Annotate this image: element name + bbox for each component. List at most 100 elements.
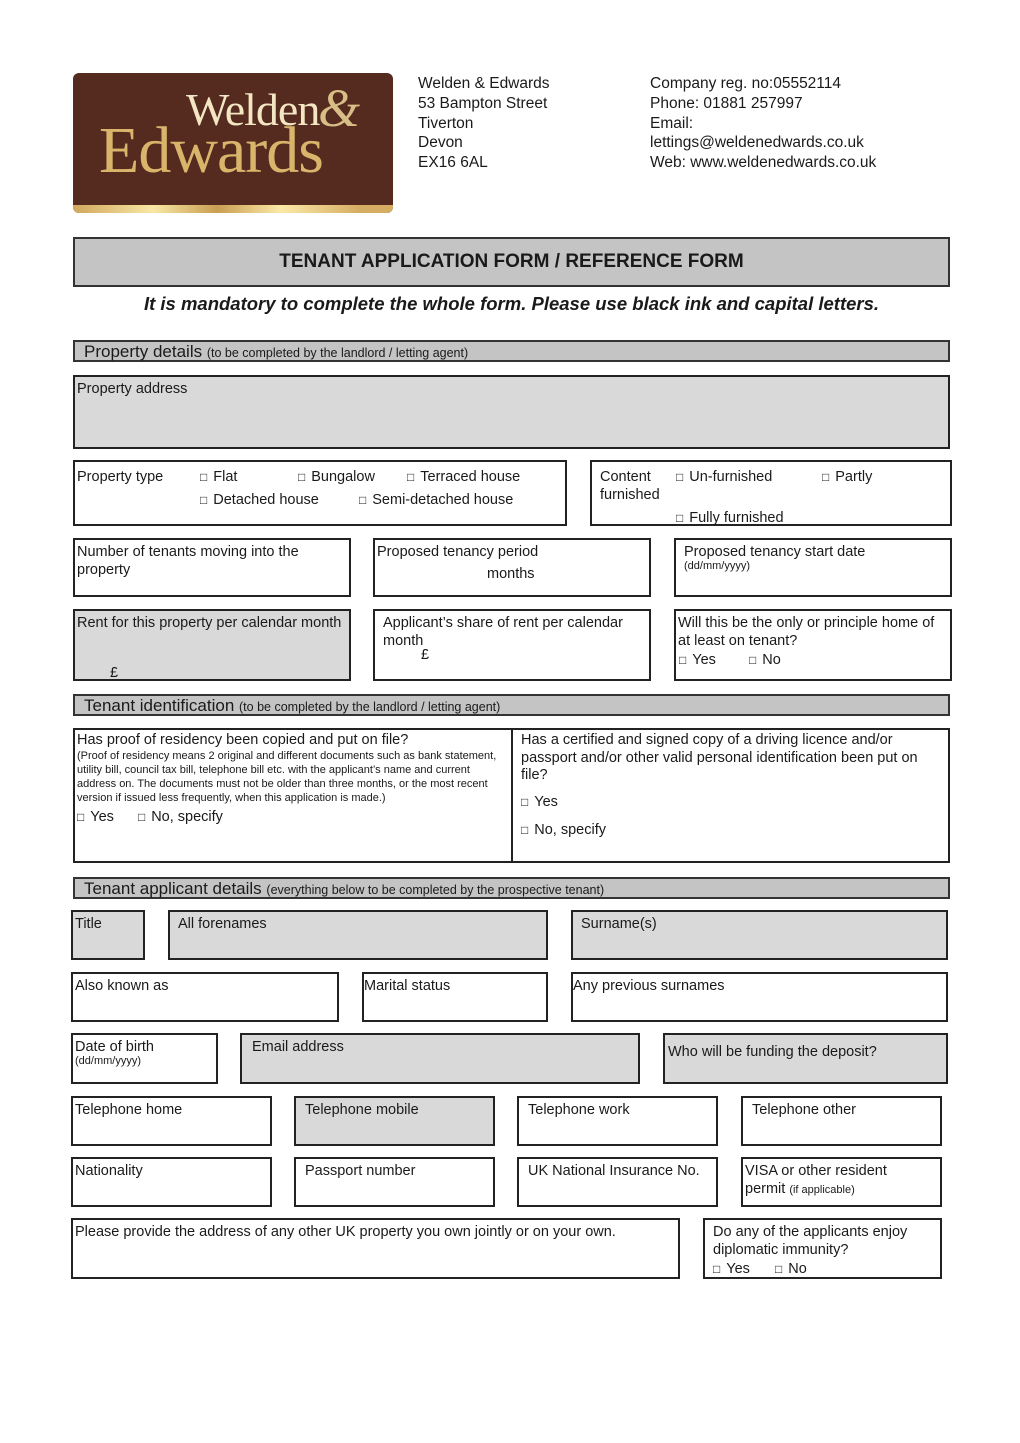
field-label: Proposed tenancy start date: [684, 544, 866, 560]
checkbox-icon: □: [679, 653, 687, 667]
telephone-mobile-field[interactable]: Telephone mobile: [294, 1096, 495, 1146]
section-heading: Tenant applicant details: [84, 879, 262, 898]
rent-share-field[interactable]: Applicant’s share of rent per calendar m…: [373, 609, 651, 681]
visa-permit-field[interactable]: VISA or other resident permit (if applic…: [741, 1157, 942, 1207]
checkbox-icon: □: [749, 653, 757, 667]
telephone-home-field[interactable]: Telephone home: [71, 1096, 272, 1146]
passport-number-field[interactable]: Passport number: [294, 1157, 495, 1207]
option-yes[interactable]: □ Yes: [713, 1261, 750, 1277]
option-detached-house[interactable]: □ Detached house: [200, 492, 319, 508]
option-fully-furnished[interactable]: □ Fully furnished: [676, 510, 784, 526]
section-note: (to be completed by the landlord / letti…: [206, 346, 469, 360]
address-line: 53 Bampton Street: [418, 94, 548, 112]
logo-ampersand: &: [318, 78, 361, 138]
field-label: Content furnished: [600, 469, 660, 503]
field-label: Nationality: [75, 1163, 143, 1179]
column-divider: [511, 730, 513, 861]
identification-table: Has proof of residency been copied and p…: [73, 728, 950, 863]
diplomatic-immunity-field: Do any of the applicants enjoy diplomati…: [703, 1218, 942, 1279]
checkbox-icon: □: [521, 822, 529, 837]
checkbox-icon: □: [359, 493, 367, 507]
option-semi-detached-house[interactable]: □ Semi-detached house: [359, 492, 513, 508]
start-date-field[interactable]: Proposed tenancy start date (dd/mm/yyyy): [674, 538, 952, 597]
checkbox-icon: □: [200, 470, 208, 484]
title-field[interactable]: Title: [71, 910, 145, 960]
field-label: Do any of the applicants enjoy diplomati…: [713, 1224, 908, 1258]
company-reg: Company reg. no:05552114: [650, 75, 842, 92]
checkbox-icon: □: [137, 810, 146, 824]
option-no-specify[interactable]: □ No, specify: [138, 809, 223, 825]
deposit-funding-field[interactable]: Who will be funding the deposit?: [663, 1033, 948, 1084]
option-flat[interactable]: □ Flat: [200, 469, 237, 485]
checkbox-icon: □: [676, 511, 684, 525]
field-label: UK National Insurance No.: [528, 1163, 700, 1179]
other-uk-property-field[interactable]: Please provide the address of any other …: [71, 1218, 680, 1279]
option-unfurnished[interactable]: □ Un-furnished: [676, 469, 772, 485]
logo-text-edwards: Edwards: [99, 114, 324, 187]
option-bungalow[interactable]: □ Bungalow: [298, 469, 375, 485]
num-tenants-field[interactable]: Number of tenants moving into the proper…: [73, 538, 351, 597]
surnames-field[interactable]: Surname(s): [571, 910, 948, 960]
national-insurance-field[interactable]: UK National Insurance No.: [517, 1157, 718, 1207]
field-label: Surname(s): [581, 916, 657, 932]
telephone-other-field[interactable]: Telephone other: [741, 1096, 942, 1146]
field-label: Property type: [77, 469, 164, 485]
residency-proof-cell: Has proof of residency been copied and p…: [77, 732, 507, 825]
section-tenant-identification: Tenant identification (to be completed b…: [73, 694, 950, 716]
company-web[interactable]: Web: www.weldenedwards.co.uk: [650, 153, 876, 173]
residency-options: □ Yes □ No, specify: [77, 809, 507, 825]
checkbox-icon: □: [775, 1262, 783, 1276]
date-of-birth-field[interactable]: Date of birth (dd/mm/yyyy): [71, 1033, 218, 1084]
section-heading: Tenant identification: [84, 696, 235, 715]
field-hint: (if applicable): [789, 1183, 855, 1196]
field-label: Also known as: [75, 978, 169, 994]
currency-symbol: £: [110, 665, 119, 681]
principal-home-field: Will this be the only or principle home …: [674, 609, 952, 681]
company-address: Welden & Edwards 53 Bampton Street Tiver…: [418, 74, 550, 173]
field-label: Please provide the address of any other …: [75, 1224, 616, 1240]
option-partly[interactable]: □ Partly: [822, 469, 872, 485]
content-furnished-field: Content furnished □ Un-furnished □ Partly …: [590, 460, 952, 526]
option-yes[interactable]: □ Yes: [679, 652, 716, 668]
logo-gold-band: [73, 205, 393, 213]
form-title: TENANT APPLICATION FORM / REFERENCE FORM: [73, 237, 950, 287]
field-label: Rent for this property per calendar mont…: [77, 615, 342, 631]
field-label: Applicant’s share of rent per calendar m…: [383, 615, 623, 649]
section-note: (to be completed by the landlord / letti…: [239, 700, 501, 714]
option-yes[interactable]: □ Yes: [521, 794, 931, 810]
checkbox-icon: □: [521, 794, 529, 809]
date-format-hint: (dd/mm/yyyy): [684, 560, 750, 572]
company-logo: Welden & Edwards: [73, 73, 393, 213]
address-line: Welden & Edwards: [418, 75, 550, 92]
field-label: Passport number: [305, 1163, 416, 1179]
field-label: Telephone work: [528, 1102, 630, 1118]
checkbox-icon: □: [822, 470, 830, 484]
option-no[interactable]: □ No: [749, 652, 781, 668]
option-yes[interactable]: □ Yes: [77, 809, 114, 825]
previous-surnames-field[interactable]: Any previous surnames: [571, 972, 948, 1022]
section-note: (everything below to be completed by the…: [266, 883, 605, 897]
telephone-work-field[interactable]: Telephone work: [517, 1096, 718, 1146]
field-label: Proposed tenancy period: [377, 544, 539, 560]
option-no[interactable]: □ No: [775, 1261, 807, 1277]
forenames-field[interactable]: All forenames: [168, 910, 548, 960]
field-label: Any previous surnames: [573, 978, 725, 994]
checkbox-icon: □: [407, 470, 415, 484]
also-known-as-field[interactable]: Also known as: [71, 972, 339, 1022]
identification-copy-cell: Has a certified and signed copy of a dri…: [521, 732, 931, 838]
nationality-field[interactable]: Nationality: [71, 1157, 272, 1207]
option-no-specify[interactable]: □ No, specify: [521, 822, 931, 838]
rent-field[interactable]: Rent for this property per calendar mont…: [73, 609, 351, 681]
field-label: Who will be funding the deposit?: [668, 1044, 877, 1060]
property-type-field: Property type □ Flat □ Bungalow □ Terraced …: [73, 460, 567, 526]
property-address-field[interactable]: Property address: [73, 375, 950, 449]
option-terraced-house[interactable]: □ Terraced house: [407, 469, 520, 485]
email-address-field[interactable]: Email address: [240, 1033, 640, 1084]
residency-note: (Proof of residency means 2 original and…: [77, 750, 497, 804]
tenancy-period-field[interactable]: Proposed tenancy period months: [373, 538, 651, 597]
field-label: Will this be the only or principle home …: [678, 615, 935, 649]
company-email[interactable]: lettings@weldenedwards.co.uk: [650, 133, 876, 153]
address-line: Tiverton: [418, 114, 474, 132]
marital-status-field[interactable]: Marital status: [362, 972, 548, 1022]
checkbox-icon: □: [713, 1262, 721, 1276]
